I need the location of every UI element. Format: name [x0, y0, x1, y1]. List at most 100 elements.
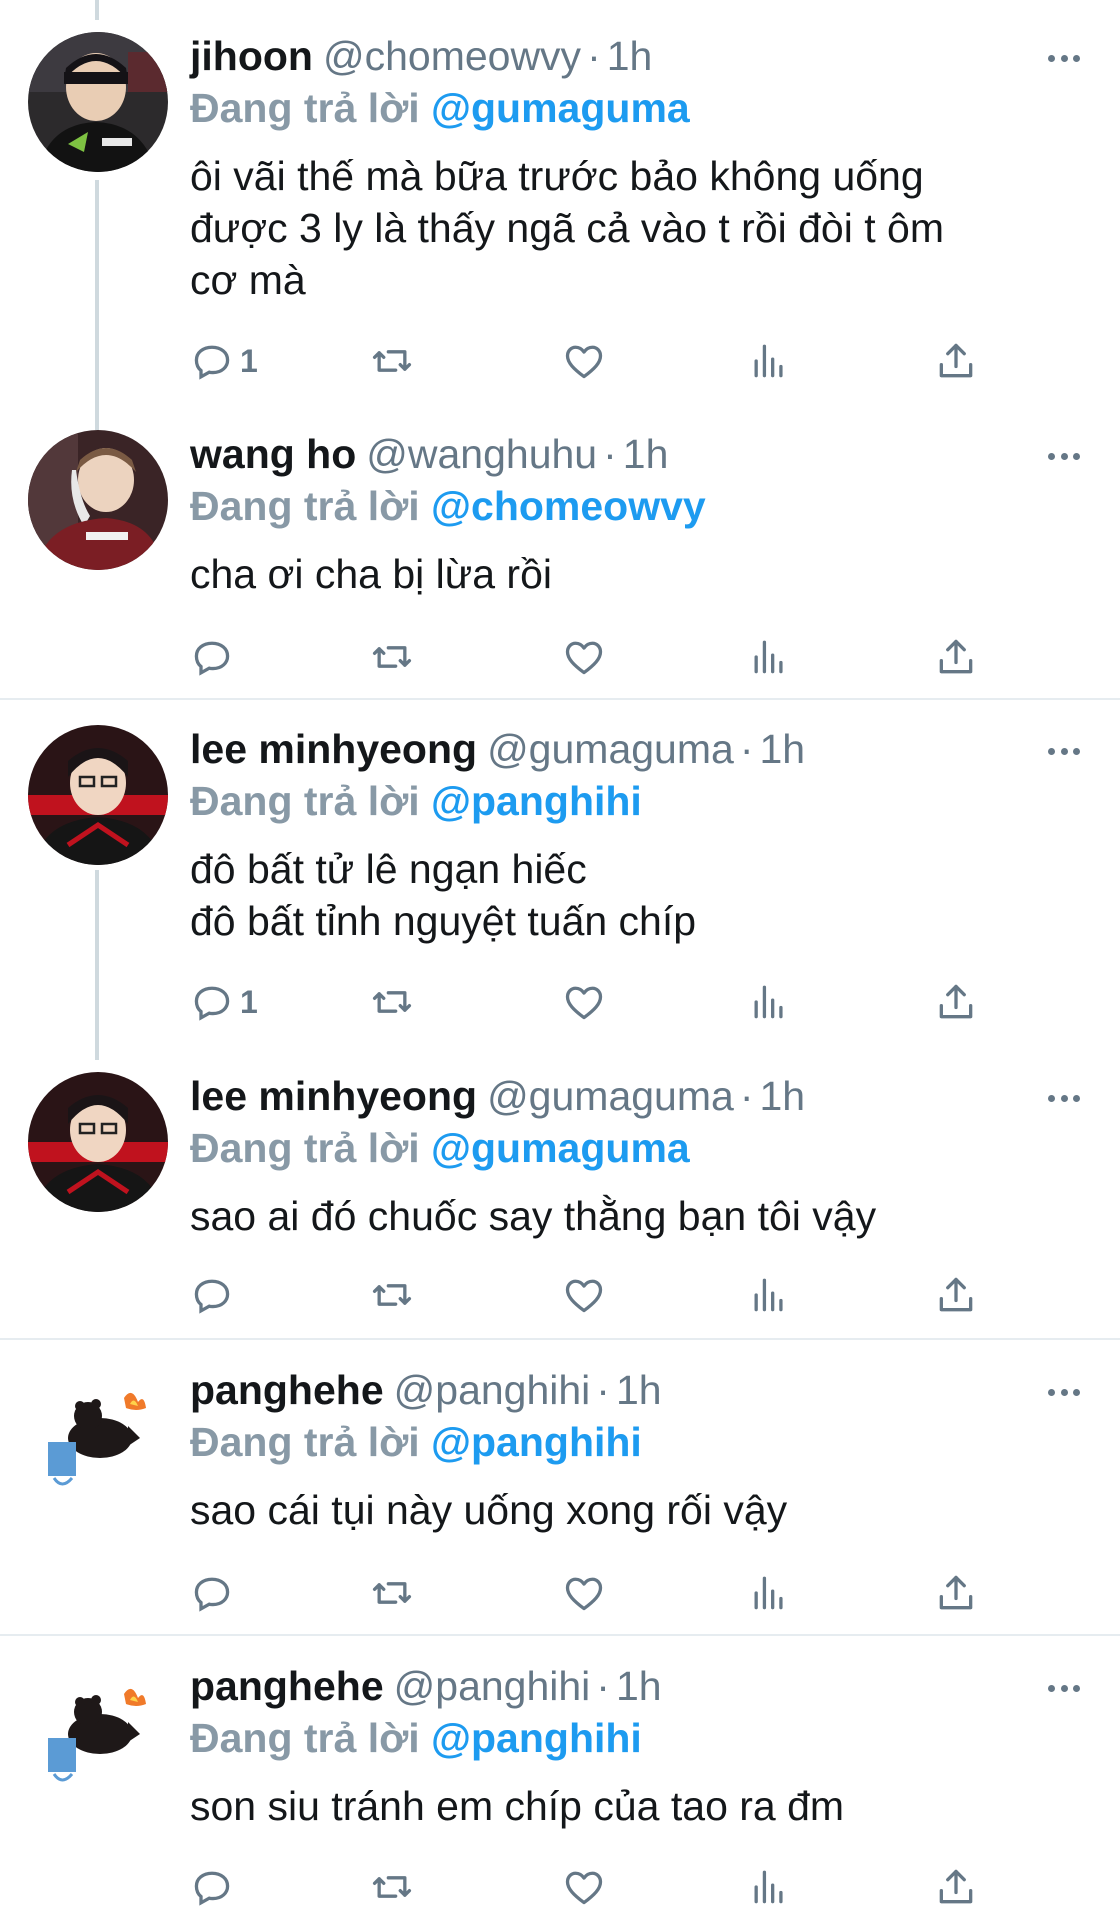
- reply-button[interactable]: [190, 632, 240, 682]
- avatar[interactable]: [28, 1072, 168, 1212]
- reply-button[interactable]: [190, 1862, 240, 1912]
- retweet-button[interactable]: [370, 1862, 414, 1912]
- tweet-text: ôi vãi thế mà bữa trước bảo không uống đ…: [190, 153, 944, 303]
- tweet[interactable]: lee minhyeong @gumaguma · 1h Đang trả lời @…: [0, 1040, 1120, 1340]
- analytics-button[interactable]: [747, 632, 791, 682]
- like-button[interactable]: [562, 632, 606, 682]
- retweet-button[interactable]: [370, 1270, 414, 1320]
- more-icon[interactable]: [1046, 438, 1082, 474]
- reply-icon: [194, 345, 230, 380]
- display-name[interactable]: lee minhyeong: [190, 1073, 477, 1119]
- replying-to: Đang trả lời @gumaguma: [190, 1122, 690, 1174]
- like-icon: [565, 345, 603, 379]
- reply-icon: [194, 641, 230, 676]
- tweet-text: cha ơi cha bị lừa rồi: [190, 551, 552, 597]
- share-button[interactable]: [934, 336, 978, 386]
- more-icon[interactable]: [1046, 1670, 1082, 1706]
- reply-mention[interactable]: @panghihi: [431, 778, 642, 824]
- more-icon[interactable]: [1046, 40, 1082, 76]
- reply-button[interactable]: [190, 1568, 240, 1618]
- reply-button[interactable]: 1: [190, 336, 258, 386]
- more-icon[interactable]: [1046, 1374, 1082, 1410]
- more-icon[interactable]: [1046, 1080, 1082, 1116]
- action-bar: [190, 1270, 990, 1320]
- share-button[interactable]: [934, 977, 978, 1027]
- share-button[interactable]: [934, 1270, 978, 1320]
- reply-mention[interactable]: @panghihi: [431, 1419, 642, 1465]
- avatar[interactable]: [28, 1662, 168, 1802]
- retweet-button[interactable]: [370, 336, 414, 386]
- share-button[interactable]: [934, 1862, 978, 1912]
- user-handle[interactable]: @panghihi: [394, 1367, 591, 1413]
- timestamp[interactable]: 1h: [607, 33, 653, 79]
- replying-to-label: Đang trả lời: [190, 85, 420, 131]
- retweet-icon: [372, 646, 412, 668]
- action-bar: [190, 1862, 990, 1912]
- analytics-icon: [754, 1576, 783, 1610]
- tweet-text: sao cái tụi này uống xong rối vậy: [190, 1487, 788, 1533]
- display-name[interactable]: wang ho: [190, 431, 356, 477]
- dot-separator: ·: [739, 1073, 754, 1119]
- share-icon: [939, 639, 973, 674]
- action-bar: 1: [190, 336, 990, 386]
- display-name[interactable]: panghehe: [190, 1367, 384, 1413]
- retweet-button[interactable]: [370, 632, 414, 682]
- timestamp[interactable]: 1h: [759, 726, 805, 772]
- avatar[interactable]: [28, 32, 168, 172]
- timestamp[interactable]: 1h: [623, 431, 669, 477]
- display-name[interactable]: panghehe: [190, 1663, 384, 1709]
- like-button[interactable]: [562, 1862, 606, 1912]
- avatar[interactable]: [28, 725, 168, 865]
- retweet-icon: [372, 991, 412, 1013]
- analytics-button[interactable]: [747, 336, 791, 386]
- like-button[interactable]: [562, 977, 606, 1027]
- replying-to-label: Đang trả lời: [190, 1715, 420, 1761]
- reply-mention[interactable]: @gumaguma: [431, 85, 690, 131]
- reply-icon: [194, 1577, 230, 1612]
- share-icon: [939, 1277, 973, 1312]
- user-handle[interactable]: @panghihi: [394, 1663, 591, 1709]
- timestamp[interactable]: 1h: [616, 1367, 662, 1413]
- like-button[interactable]: [562, 1568, 606, 1618]
- user-handle[interactable]: @gumaguma: [487, 1073, 734, 1119]
- tweet[interactable]: panghehe @panghihi · 1h Đang trả lời @pangh…: [0, 1334, 1120, 1634]
- like-button[interactable]: [562, 1270, 606, 1320]
- share-button[interactable]: [934, 632, 978, 682]
- timestamp[interactable]: 1h: [616, 1663, 662, 1709]
- reply-mention[interactable]: @panghihi: [431, 1715, 642, 1761]
- retweet-button[interactable]: [370, 977, 414, 1027]
- tweet[interactable]: lee minhyeong @gumaguma · 1h Đang trả lời @…: [0, 693, 1120, 1043]
- dot-separator: ·: [587, 33, 601, 79]
- more-icon[interactable]: [1046, 733, 1082, 769]
- like-button[interactable]: [562, 336, 606, 386]
- replying-to: Đang trả lời @panghihi: [190, 775, 642, 827]
- display-name[interactable]: lee minhyeong: [190, 726, 477, 772]
- avatar[interactable]: [28, 1366, 168, 1506]
- tweet[interactable]: panghehe @panghihi · 1h Đang trả lời @pangh…: [0, 1630, 1120, 1920]
- reply-mention[interactable]: @chomeowvy: [431, 483, 706, 529]
- share-icon: [939, 1575, 973, 1610]
- reply-button[interactable]: 1: [190, 977, 258, 1027]
- timestamp[interactable]: 1h: [759, 1073, 805, 1119]
- analytics-button[interactable]: [747, 977, 791, 1027]
- user-handle[interactable]: @wanghuhu: [366, 431, 597, 477]
- analytics-button[interactable]: [747, 1862, 791, 1912]
- reply-button[interactable]: [190, 1270, 240, 1320]
- like-icon: [565, 1279, 603, 1313]
- reply-thread-feed: jihoon @chomeowvy · 1h Đang trả lời @gumagu…: [0, 0, 1120, 1920]
- tweet-header: jihoon @chomeowvy · 1h: [190, 30, 652, 82]
- reply-count: 1: [240, 343, 258, 379]
- tweet-header: lee minhyeong @gumaguma · 1h: [190, 723, 805, 775]
- user-handle[interactable]: @gumaguma: [487, 726, 734, 772]
- tweet-text: son siu tránh em chíp của tao ra đm: [190, 1783, 845, 1829]
- display-name[interactable]: jihoon: [190, 33, 313, 79]
- avatar[interactable]: [28, 430, 168, 570]
- tweet[interactable]: wang ho @wanghuhu · 1h Đang trả lời @chomeo…: [0, 398, 1120, 698]
- analytics-button[interactable]: [747, 1270, 791, 1320]
- tweet[interactable]: jihoon @chomeowvy · 1h Đang trả lời @gumagu…: [0, 0, 1120, 410]
- analytics-button[interactable]: [747, 1568, 791, 1618]
- share-button[interactable]: [934, 1568, 978, 1618]
- retweet-button[interactable]: [370, 1568, 414, 1618]
- user-handle[interactable]: @chomeowvy: [323, 33, 581, 79]
- reply-mention[interactable]: @gumaguma: [431, 1125, 690, 1171]
